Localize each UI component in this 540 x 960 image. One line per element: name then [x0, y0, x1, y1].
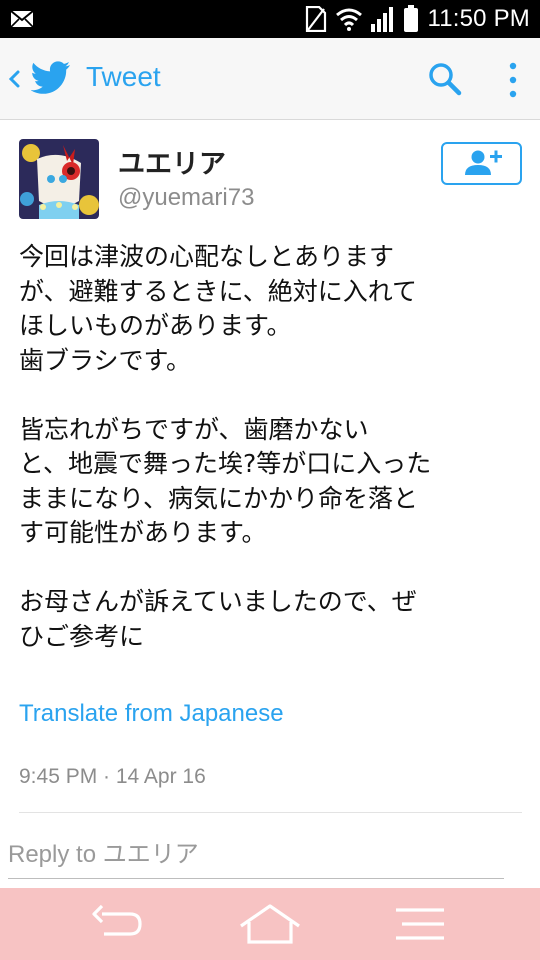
- status-time: 11:50 PM: [427, 5, 530, 32]
- divider: [19, 812, 522, 813]
- translate-link[interactable]: Translate from Japanese: [19, 700, 284, 728]
- back-nav-icon[interactable]: [82, 902, 152, 946]
- twitter-bird-icon[interactable]: [31, 60, 71, 96]
- no-sim-icon: [306, 6, 327, 32]
- navigation-bar: [0, 888, 540, 960]
- tweet-timestamp: 9:45 PM · 14 Apr 16: [19, 765, 206, 788]
- back-chevron-icon[interactable]: [7, 68, 21, 90]
- reply-input[interactable]: [8, 836, 504, 874]
- more-vert-icon[interactable]: [505, 60, 521, 100]
- page-title: Tweet: [86, 61, 161, 92]
- wifi-icon: [336, 8, 363, 31]
- menu-nav-icon[interactable]: [388, 902, 458, 946]
- author-name[interactable]: ユエリア: [118, 142, 226, 181]
- mail-icon: [10, 10, 34, 28]
- status-bar: 11:50 PM: [0, 0, 540, 38]
- search-icon[interactable]: [428, 62, 462, 96]
- follow-button[interactable]: [441, 142, 522, 185]
- status-icons: 11:50 PM: [305, 0, 530, 38]
- app-bar: Tweet: [0, 38, 540, 120]
- home-nav-icon[interactable]: [235, 902, 305, 946]
- battery-icon: [404, 5, 419, 32]
- avatar-image: [19, 139, 99, 219]
- signal-icon: [371, 7, 394, 32]
- author-handle[interactable]: @yuemari73: [118, 184, 254, 212]
- tweet-text: 今回は津波の心配なしとあります が、避難するときに、絶対に入れて ほしいものがあ…: [19, 242, 432, 651]
- reply-underline: [8, 878, 504, 879]
- reply-bar: [0, 826, 540, 884]
- add-user-icon: [465, 150, 502, 175]
- avatar[interactable]: [19, 139, 99, 219]
